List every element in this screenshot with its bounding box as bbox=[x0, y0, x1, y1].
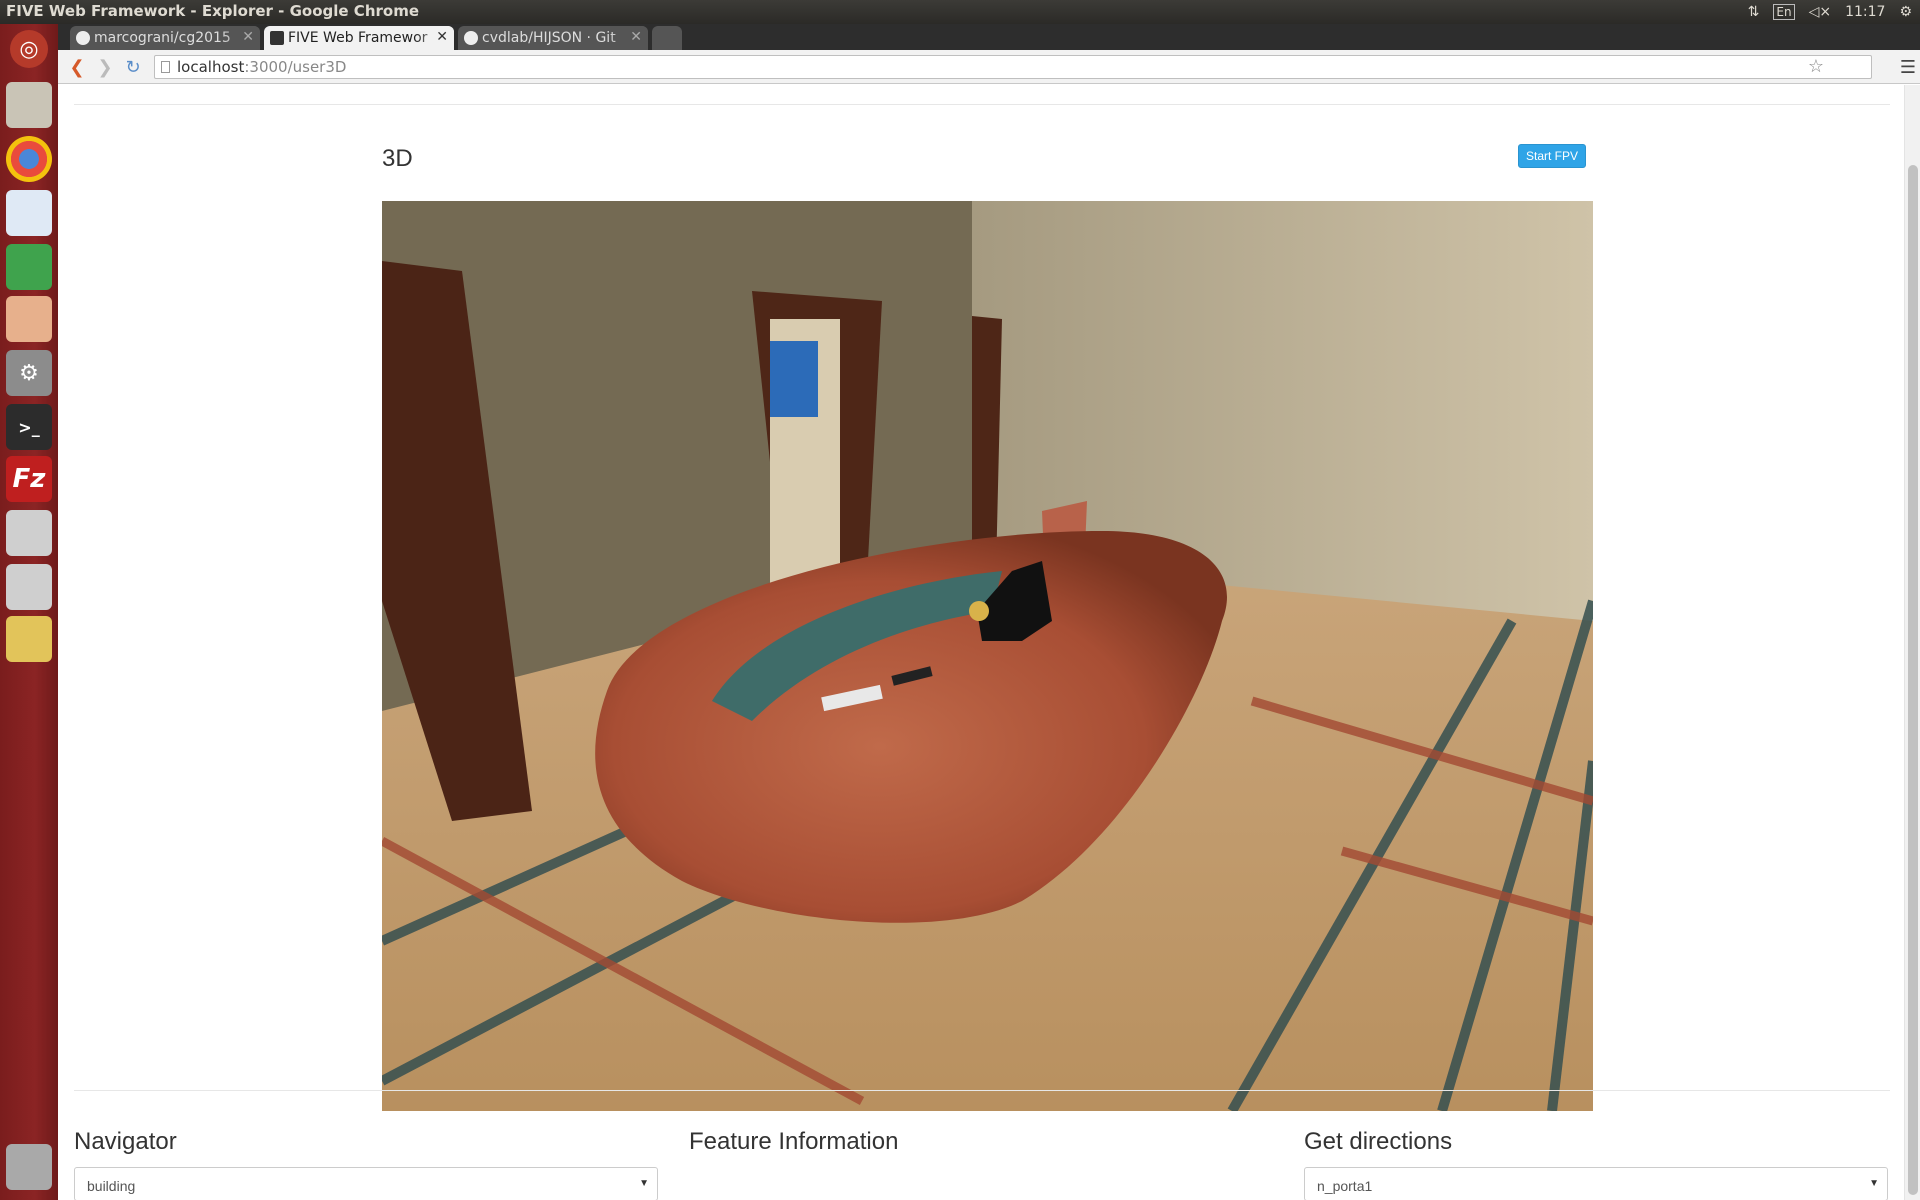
divider bbox=[74, 1090, 1890, 1091]
navigator-select[interactable]: building ▼ bbox=[74, 1167, 658, 1200]
launcher: ◎ ⚙ >_ Fz bbox=[0, 24, 58, 1200]
divider bbox=[74, 104, 1890, 105]
system-top-panel: FIVE Web Framework - Explorer - Google C… bbox=[0, 0, 1920, 24]
close-icon[interactable]: ✕ bbox=[630, 29, 642, 45]
writer-icon[interactable] bbox=[6, 190, 52, 236]
clock[interactable]: 11:17 bbox=[1845, 4, 1885, 20]
indicator-area: ⇅ En ◁× 11:17 ⚙ bbox=[1748, 0, 1920, 24]
reload-icon[interactable]: ↻ bbox=[122, 56, 144, 78]
page-icon bbox=[161, 61, 170, 73]
tab-github-cg2015[interactable]: marcograni/cg2015 ✕ bbox=[70, 26, 260, 50]
3d-scene bbox=[382, 201, 1593, 1111]
impress-icon[interactable] bbox=[6, 296, 52, 342]
bookmark-star-icon[interactable]: ☆ bbox=[1808, 56, 1824, 77]
terminal-icon[interactable]: >_ bbox=[6, 404, 52, 450]
calc-icon[interactable] bbox=[6, 244, 52, 290]
close-icon[interactable]: ✕ bbox=[242, 29, 254, 45]
address-host: localhost bbox=[177, 58, 245, 76]
files-icon[interactable] bbox=[6, 82, 52, 128]
scrollbar-thumb[interactable] bbox=[1908, 165, 1918, 1195]
3d-viewport[interactable] bbox=[382, 201, 1593, 1111]
network-icon[interactable]: ⇅ bbox=[1748, 4, 1760, 20]
directions-title: Get directions bbox=[1304, 1128, 1453, 1155]
tab-five-web[interactable]: FIVE Web Framewor ✕ bbox=[264, 26, 454, 50]
window-title: FIVE Web Framework - Explorer - Google C… bbox=[6, 2, 419, 20]
page-scrollbar[interactable] bbox=[1904, 85, 1920, 1200]
section-title-3d: 3D bbox=[382, 145, 413, 172]
back-icon[interactable]: ❮ bbox=[66, 56, 88, 78]
github-icon bbox=[76, 31, 90, 45]
app-icon[interactable] bbox=[6, 616, 52, 662]
start-fpv-button[interactable]: Start FPV bbox=[1518, 144, 1587, 168]
page-content: 3D Start FPV Navigator Feature Informati… bbox=[58, 85, 1920, 1200]
filezilla-icon[interactable]: Fz bbox=[6, 456, 52, 502]
poster-icon bbox=[770, 341, 818, 417]
keyboard-indicator[interactable]: En bbox=[1773, 4, 1795, 20]
address-path: :3000/user3D bbox=[244, 58, 347, 76]
feature-information-title: Feature Information bbox=[689, 1128, 899, 1155]
close-icon[interactable]: ✕ bbox=[436, 29, 448, 45]
gear-icon[interactable]: ⚙ bbox=[1899, 4, 1912, 20]
tab-label: FIVE Web Framewor bbox=[288, 30, 428, 46]
new-tab-button[interactable] bbox=[652, 26, 682, 50]
chevron-down-icon: ▼ bbox=[639, 1178, 649, 1189]
pencil-cup bbox=[969, 601, 989, 621]
tab-label: marcograni/cg2015 bbox=[94, 30, 231, 46]
menu-icon[interactable]: ☰ bbox=[1900, 57, 1916, 78]
drive-icon-2[interactable] bbox=[6, 564, 52, 610]
github-icon bbox=[464, 31, 478, 45]
drive-icon[interactable] bbox=[6, 510, 52, 556]
address-bar[interactable]: localhost:3000/user3D bbox=[154, 55, 1872, 79]
chevron-down-icon: ▼ bbox=[1869, 1178, 1879, 1189]
navigator-selected: building bbox=[87, 1178, 136, 1194]
settings-icon[interactable]: ⚙ bbox=[6, 350, 52, 396]
chrome-icon[interactable] bbox=[6, 136, 52, 182]
forward-icon[interactable]: ❯ bbox=[94, 56, 116, 78]
trash-icon[interactable] bbox=[6, 1144, 52, 1190]
directions-selected: n_porta1 bbox=[1317, 1178, 1373, 1194]
tab-label: cvdlab/HIJSON · Git bbox=[482, 30, 616, 46]
five-icon bbox=[270, 31, 284, 45]
tab-github-hijson[interactable]: cvdlab/HIJSON · Git ✕ bbox=[458, 26, 648, 50]
navigator-title: Navigator bbox=[74, 1128, 177, 1155]
dash-icon[interactable]: ◎ bbox=[10, 30, 48, 68]
directions-select[interactable]: n_porta1 ▼ bbox=[1304, 1167, 1888, 1200]
tab-strip: marcograni/cg2015 ✕ FIVE Web Framewor ✕ … bbox=[58, 24, 1920, 50]
volume-icon[interactable]: ◁× bbox=[1809, 4, 1832, 20]
browser-toolbar: ❮ ❯ ↻ localhost:3000/user3D ☆ ☰ bbox=[58, 50, 1920, 84]
